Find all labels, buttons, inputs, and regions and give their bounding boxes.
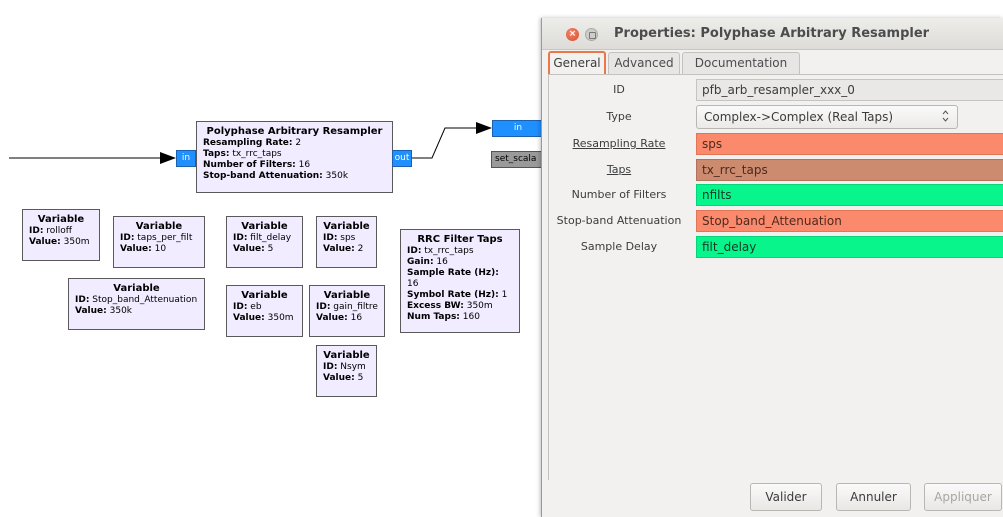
variable-title: Variable (323, 350, 370, 361)
output-arrow (476, 122, 492, 134)
variable-block-nsym[interactable]: Variable ID: Nsym Value: 5 (316, 345, 377, 397)
variable-id: ID: Nsym (323, 362, 366, 372)
tab-advanced[interactable]: Advanced (608, 52, 680, 74)
variable-value: Value: 2 (323, 244, 364, 254)
resampling-rate-field[interactable]: sps (696, 133, 1003, 155)
id-label: ID (613, 83, 625, 96)
sample-delay-label: Sample Delay (580, 240, 658, 253)
type-label: Type (606, 110, 632, 123)
variable-block-stopband[interactable]: Variable ID: Stop_band_Attenuation Value… (68, 278, 205, 330)
num-filters-field[interactable]: nfilts (696, 184, 1003, 206)
stopband-field[interactable]: Stop_band_Attenuation (696, 210, 1003, 232)
rrc-title: RRC Filter Taps (417, 234, 503, 245)
taps-label: Taps (606, 163, 632, 176)
variable-value: Value: 5 (233, 244, 274, 254)
variable-title: Variable (323, 221, 370, 232)
variable-title: Variable (323, 290, 371, 301)
resampler-in-port[interactable]: in (176, 150, 196, 167)
tab-general[interactable]: General (548, 51, 606, 74)
variable-block-sps[interactable]: Variable ID: sps Value: 2 (316, 216, 377, 268)
type-dropdown[interactable]: Complex->Complex (Real Taps) (696, 105, 958, 129)
variable-value: Value: 350m (233, 313, 294, 323)
resampler-out-port[interactable]: out (392, 150, 412, 167)
variable-value: Value: 10 (120, 244, 167, 254)
rrc-param: Excess BW: 350m (407, 301, 493, 311)
dialog-titlebar[interactable]: × Properties: Polyphase Arbitrary Resamp… (542, 18, 1003, 50)
apply-button[interactable]: Appliquer (924, 483, 1002, 511)
rrc-filter-taps-block[interactable]: RRC Filter Taps ID: tx_rrc_taps Gain: 16… (400, 229, 520, 333)
stopband-label: Stop-band Attenuation (556, 214, 682, 227)
output-connection (412, 127, 476, 159)
variable-title: Variable (135, 221, 183, 232)
ok-button[interactable]: Valider (750, 483, 822, 511)
resampler-param: Stop-band Attenuation: 350k (203, 171, 349, 181)
type-selected-value: Complex->Complex (Real Taps) (704, 110, 894, 124)
tab-documentation[interactable]: Documentation (682, 52, 800, 74)
variable-block-taps-per-filt[interactable]: Variable ID: taps_per_filt Value: 10 (113, 216, 205, 268)
sample-delay-field[interactable]: filt_delay (696, 236, 1003, 258)
variable-block-eb[interactable]: Variable ID: eb Value: 350m (226, 285, 303, 337)
variable-value: Value: 16 (316, 313, 363, 323)
variable-block-filt-delay[interactable]: Variable ID: filt_delay Value: 5 (226, 216, 303, 268)
variable-id: ID: rolloff (29, 226, 72, 236)
resampler-param: Resampling Rate: 2 (203, 138, 302, 148)
variable-block-rolloff[interactable]: Variable ID: rolloff Value: 350m (22, 209, 100, 261)
resampler-param: Number of Filters: 16 (203, 160, 311, 170)
variable-id: ID: Stop_band_Attenuation (75, 295, 198, 305)
variable-title: Variable (113, 283, 160, 294)
variable-value: Value: 350k (75, 306, 133, 316)
variable-block-gain-filtre[interactable]: Variable ID: gain_filtre Value: 16 (309, 285, 385, 337)
resampler-block[interactable]: Polyphase Arbitrary Resampler Resampling… (196, 121, 393, 193)
variable-id: ID: taps_per_filt (120, 233, 193, 243)
variable-title: Variable (241, 290, 288, 301)
variable-value: Value: 5 (323, 373, 364, 383)
rrc-param: Gain: 16 (407, 257, 448, 267)
variable-title: Variable (37, 214, 85, 225)
resampling-rate-label: Resampling Rate (572, 137, 666, 150)
taps-field[interactable]: tx_rrc_taps (696, 159, 1003, 181)
set-scalar-block[interactable]: set_scala (491, 151, 544, 168)
updown-arrow-icon (942, 106, 949, 130)
minimize-icon[interactable] (585, 28, 598, 41)
input-arrow (160, 152, 176, 164)
rrc-param: ID: tx_rrc_taps (407, 246, 474, 256)
next-block-in-port[interactable]: in (492, 120, 544, 137)
id-field[interactable]: pfb_arb_resampler_xxx_0 (696, 79, 1003, 101)
general-tab-panel: ID pfb_arb_resampler_xxx_0 Type Complex-… (548, 74, 1003, 480)
close-icon[interactable]: × (566, 28, 579, 41)
variable-id: ID: filt_delay (233, 233, 292, 243)
rrc-param: Num Taps: 160 (407, 312, 480, 322)
rrc-param: Sample Rate (Hz): 16 (407, 268, 499, 289)
resampler-title: Polyphase Arbitrary Resampler (206, 126, 383, 137)
properties-dialog[interactable]: × Properties: Polyphase Arbitrary Resamp… (541, 18, 1003, 517)
variable-id: ID: sps (323, 233, 356, 243)
resampler-param: Taps: tx_rrc_taps (203, 149, 282, 159)
variable-id: ID: eb (233, 302, 262, 312)
dialog-title: Properties: Polyphase Arbitrary Resample… (614, 26, 930, 41)
variable-id: ID: gain_filtre (316, 302, 378, 312)
cancel-button[interactable]: Annuler (836, 483, 911, 511)
variable-title: Variable (241, 221, 288, 232)
variable-value: Value: 350m (29, 237, 90, 247)
num-filters-label: Number of Filters (571, 188, 667, 201)
rrc-param: Symbol Rate (Hz): 1 (407, 290, 508, 300)
